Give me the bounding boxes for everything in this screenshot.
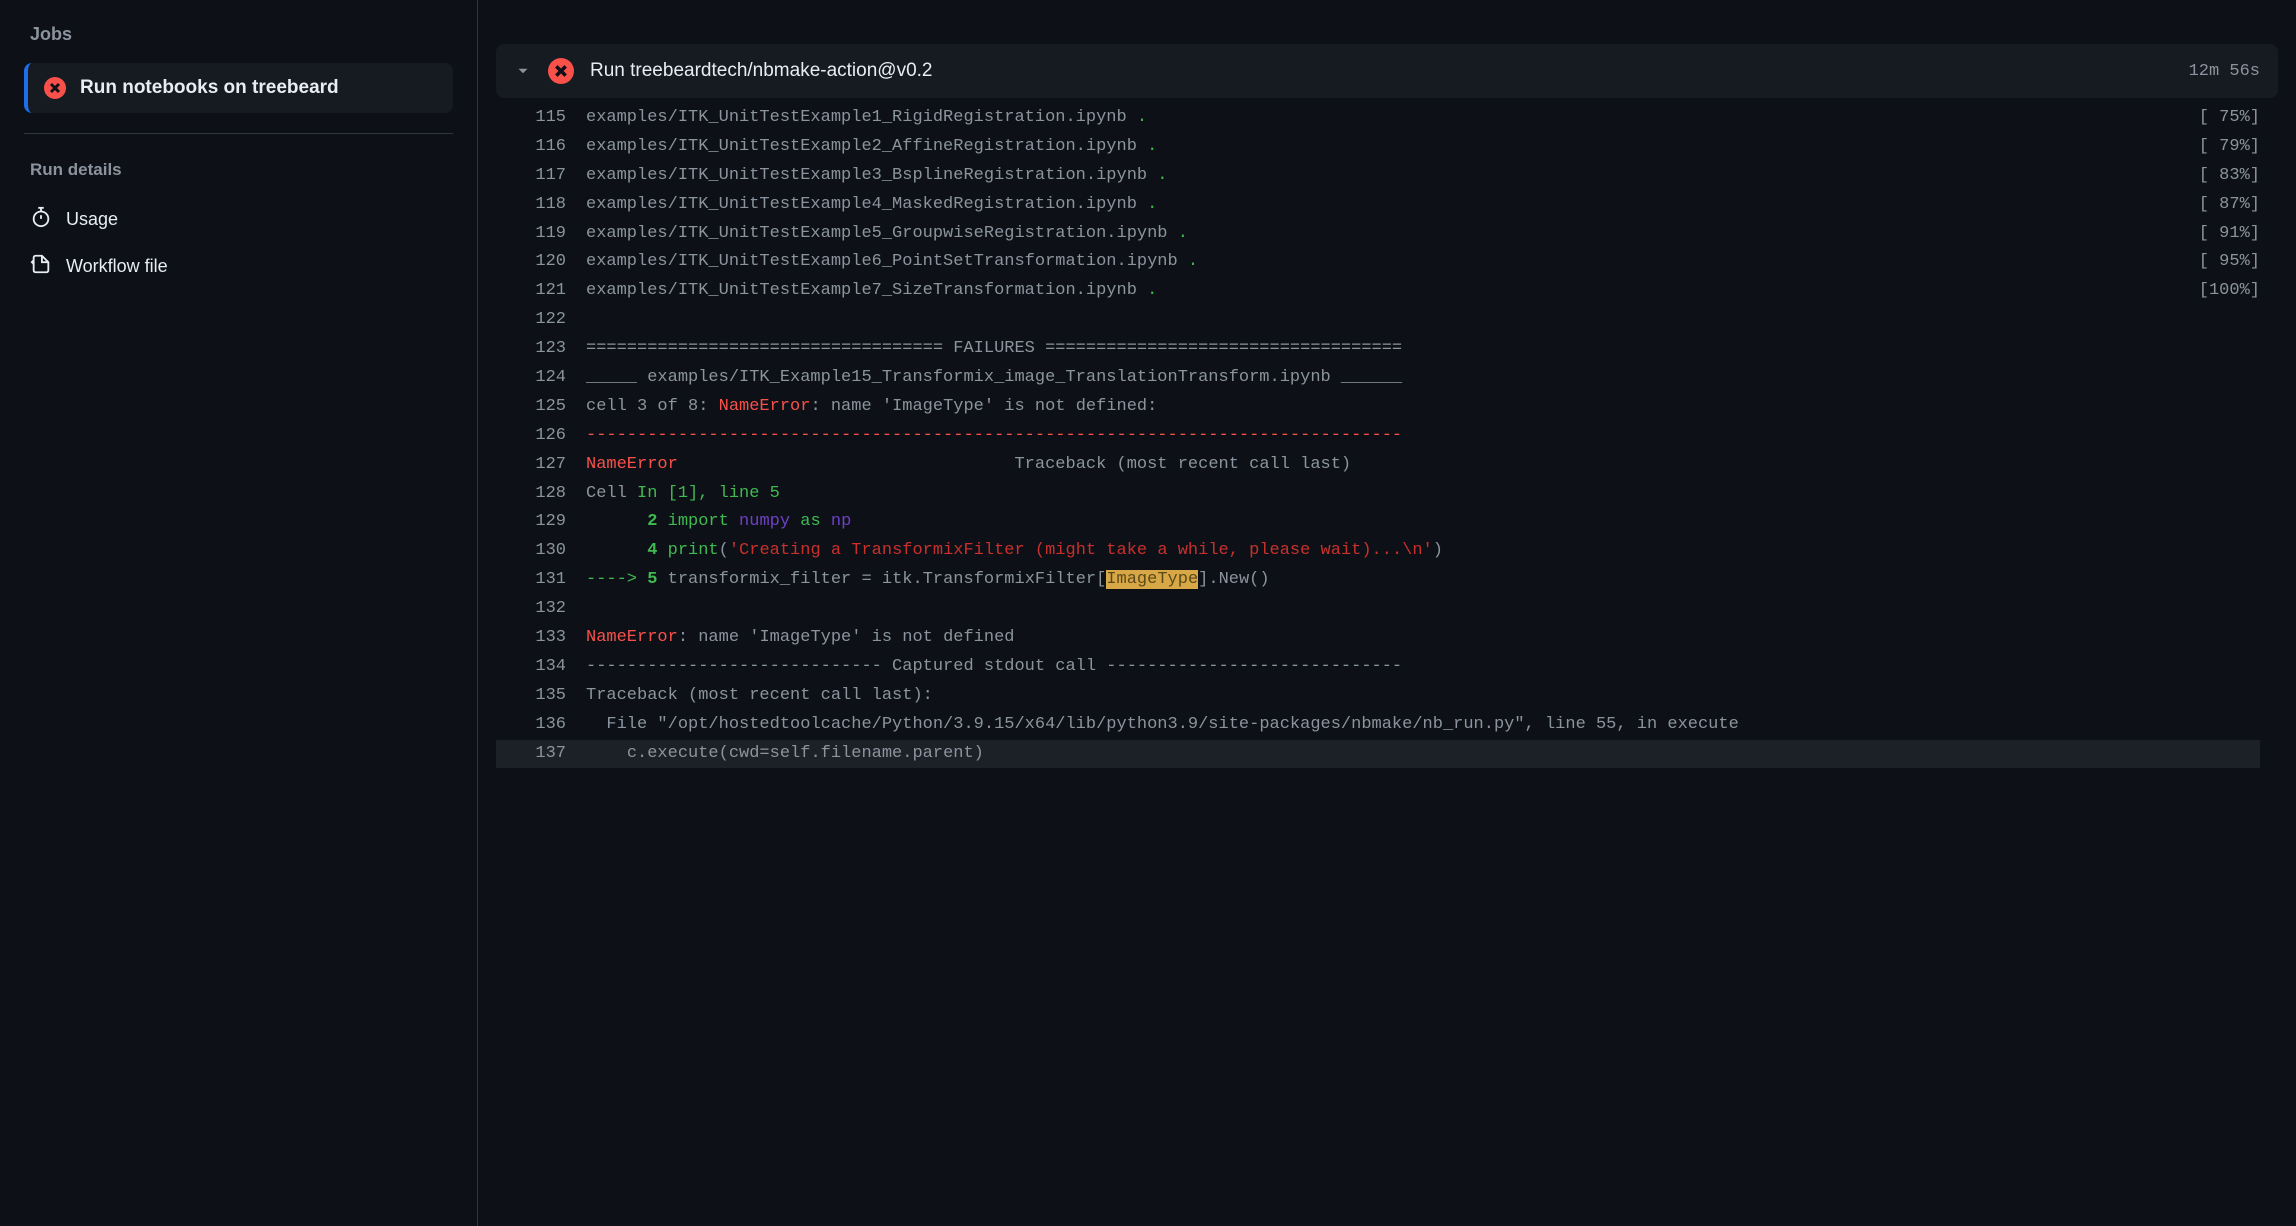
log-text: File "/opt/hostedtoolcache/Python/3.9.15… (586, 711, 2260, 740)
log-text: 4 print('Creating a TransformixFilter (m… (586, 537, 2260, 566)
line-number: 130 (496, 537, 586, 566)
log-text: examples/ITK_UnitTestExample3_BsplineReg… (586, 162, 2260, 191)
progress-pct: [ 79%] (2199, 133, 2260, 162)
progress-pct: [ 83%] (2199, 162, 2260, 191)
line-number: 121 (496, 277, 586, 306)
log-text: NameError Traceback (most recent call la… (586, 451, 2260, 480)
log-line[interactable]: 116examples/ITK_UnitTestExample2_AffineR… (496, 133, 2260, 162)
line-number: 118 (496, 191, 586, 220)
log-line[interactable]: 121examples/ITK_UnitTestExample7_SizeTra… (496, 277, 2260, 306)
line-number: 116 (496, 133, 586, 162)
log-line[interactable]: 115examples/ITK_UnitTestExample1_RigidRe… (496, 104, 2260, 133)
line-number: 125 (496, 393, 586, 422)
log-line[interactable]: 126-------------------------------------… (496, 422, 2260, 451)
line-number: 131 (496, 566, 586, 595)
line-number: 117 (496, 162, 586, 191)
log-text: ----> 5 transformix_filter = itk.Transfo… (586, 566, 2260, 595)
line-number: 120 (496, 248, 586, 277)
log-text: NameError: name 'ImageType' is not defin… (586, 624, 2260, 653)
log-line[interactable]: 136 File "/opt/hostedtoolcache/Python/3.… (496, 711, 2260, 740)
log-text: examples/ITK_UnitTestExample2_AffineRegi… (586, 133, 2260, 162)
progress-pct: [ 95%] (2199, 248, 2260, 277)
log-line[interactable]: 124_____ examples/ITK_Example15_Transfor… (496, 364, 2260, 393)
log-line[interactable]: 130 4 print('Creating a TransformixFilte… (496, 537, 2260, 566)
sidebar: Jobs Run notebooks on treebeard Run deta… (0, 0, 478, 1226)
log-text: ----------------------------- Captured s… (586, 653, 2260, 682)
log-line[interactable]: 135Traceback (most recent call last): (496, 682, 2260, 711)
divider (24, 133, 453, 134)
log-line[interactable]: 129 2 import numpy as np (496, 508, 2260, 537)
line-number: 124 (496, 364, 586, 393)
x-circle-icon (548, 58, 574, 84)
line-number: 133 (496, 624, 586, 653)
log-text: 2 import numpy as np (586, 508, 2260, 537)
log-text: examples/ITK_UnitTestExample1_RigidRegis… (586, 104, 2260, 133)
job-item-label: Run notebooks on treebeard (80, 77, 339, 99)
line-number: 126 (496, 422, 586, 451)
progress-pct: [ 75%] (2199, 104, 2260, 133)
log-text: c.execute(cwd=self.filename.parent) (586, 740, 2260, 769)
line-number: 127 (496, 451, 586, 480)
log-text: =================================== FAIL… (586, 335, 2260, 364)
step-duration: 12m 56s (2189, 62, 2260, 81)
progress-pct: [100%] (2199, 277, 2260, 306)
log-text: Traceback (most recent call last): (586, 682, 2260, 711)
main: Run treebeardtech/nbmake-action@v0.2 12m… (478, 0, 2296, 1226)
stopwatch-icon (30, 206, 52, 233)
line-number: 132 (496, 595, 586, 624)
log-line[interactable]: 125cell 3 of 8: NameError: name 'ImageTy… (496, 393, 2260, 422)
line-number: 135 (496, 682, 586, 711)
log-output[interactable]: 115examples/ITK_UnitTestExample1_RigidRe… (496, 104, 2278, 1226)
line-number: 129 (496, 508, 586, 537)
log-text: examples/ITK_UnitTestExample7_SizeTransf… (586, 277, 2260, 306)
line-number: 128 (496, 480, 586, 509)
log-text: examples/ITK_UnitTestExample4_MaskedRegi… (586, 191, 2260, 220)
log-line[interactable]: 117examples/ITK_UnitTestExample3_Bspline… (496, 162, 2260, 191)
log-line[interactable]: 137 c.execute(cwd=self.filename.parent) (496, 740, 2260, 769)
line-number: 136 (496, 711, 586, 740)
log-line[interactable]: 131----> 5 transformix_filter = itk.Tran… (496, 566, 2260, 595)
log-line[interactable]: 128Cell In [1], line 5 (496, 480, 2260, 509)
workflow-file-label: Workflow file (66, 256, 168, 277)
log-text: cell 3 of 8: NameError: name 'ImageType'… (586, 393, 2260, 422)
line-number: 119 (496, 220, 586, 249)
line-number: 123 (496, 335, 586, 364)
log-text: _____ examples/ITK_Example15_Transformix… (586, 364, 2260, 393)
usage-link[interactable]: Usage (24, 196, 453, 243)
chevron-down-icon[interactable] (514, 62, 532, 80)
log-line[interactable]: 119examples/ITK_UnitTestExample5_Groupwi… (496, 220, 2260, 249)
log-line[interactable]: 120examples/ITK_UnitTestExample6_PointSe… (496, 248, 2260, 277)
log-line[interactable]: 133NameError: name 'ImageType' is not de… (496, 624, 2260, 653)
progress-pct: [ 91%] (2199, 220, 2260, 249)
line-number: 134 (496, 653, 586, 682)
log-line[interactable]: 132 (496, 595, 2260, 624)
job-item[interactable]: Run notebooks on treebeard (24, 63, 453, 113)
log-text: examples/ITK_UnitTestExample5_GroupwiseR… (586, 220, 2260, 249)
run-details-heading: Run details (24, 160, 453, 180)
log-text: Cell In [1], line 5 (586, 480, 2260, 509)
log-text: examples/ITK_UnitTestExample6_PointSetTr… (586, 248, 2260, 277)
log-line[interactable]: 123=================================== F… (496, 335, 2260, 364)
usage-label: Usage (66, 209, 118, 230)
line-number: 137 (496, 740, 586, 769)
log-line[interactable]: 127NameError Traceback (most recent call… (496, 451, 2260, 480)
step-title: Run treebeardtech/nbmake-action@v0.2 (590, 60, 2173, 82)
step-header[interactable]: Run treebeardtech/nbmake-action@v0.2 12m… (496, 44, 2278, 98)
line-number: 115 (496, 104, 586, 133)
jobs-heading: Jobs (24, 24, 453, 45)
log-text: ----------------------------------------… (586, 422, 2260, 451)
log-line[interactable]: 122 (496, 306, 2260, 335)
x-circle-icon (44, 77, 66, 99)
log-line[interactable]: 118examples/ITK_UnitTestExample4_MaskedR… (496, 191, 2260, 220)
file-icon (30, 253, 52, 280)
line-number: 122 (496, 306, 586, 335)
workflow-file-link[interactable]: Workflow file (24, 243, 453, 290)
log-line[interactable]: 134----------------------------- Capture… (496, 653, 2260, 682)
progress-pct: [ 87%] (2199, 191, 2260, 220)
